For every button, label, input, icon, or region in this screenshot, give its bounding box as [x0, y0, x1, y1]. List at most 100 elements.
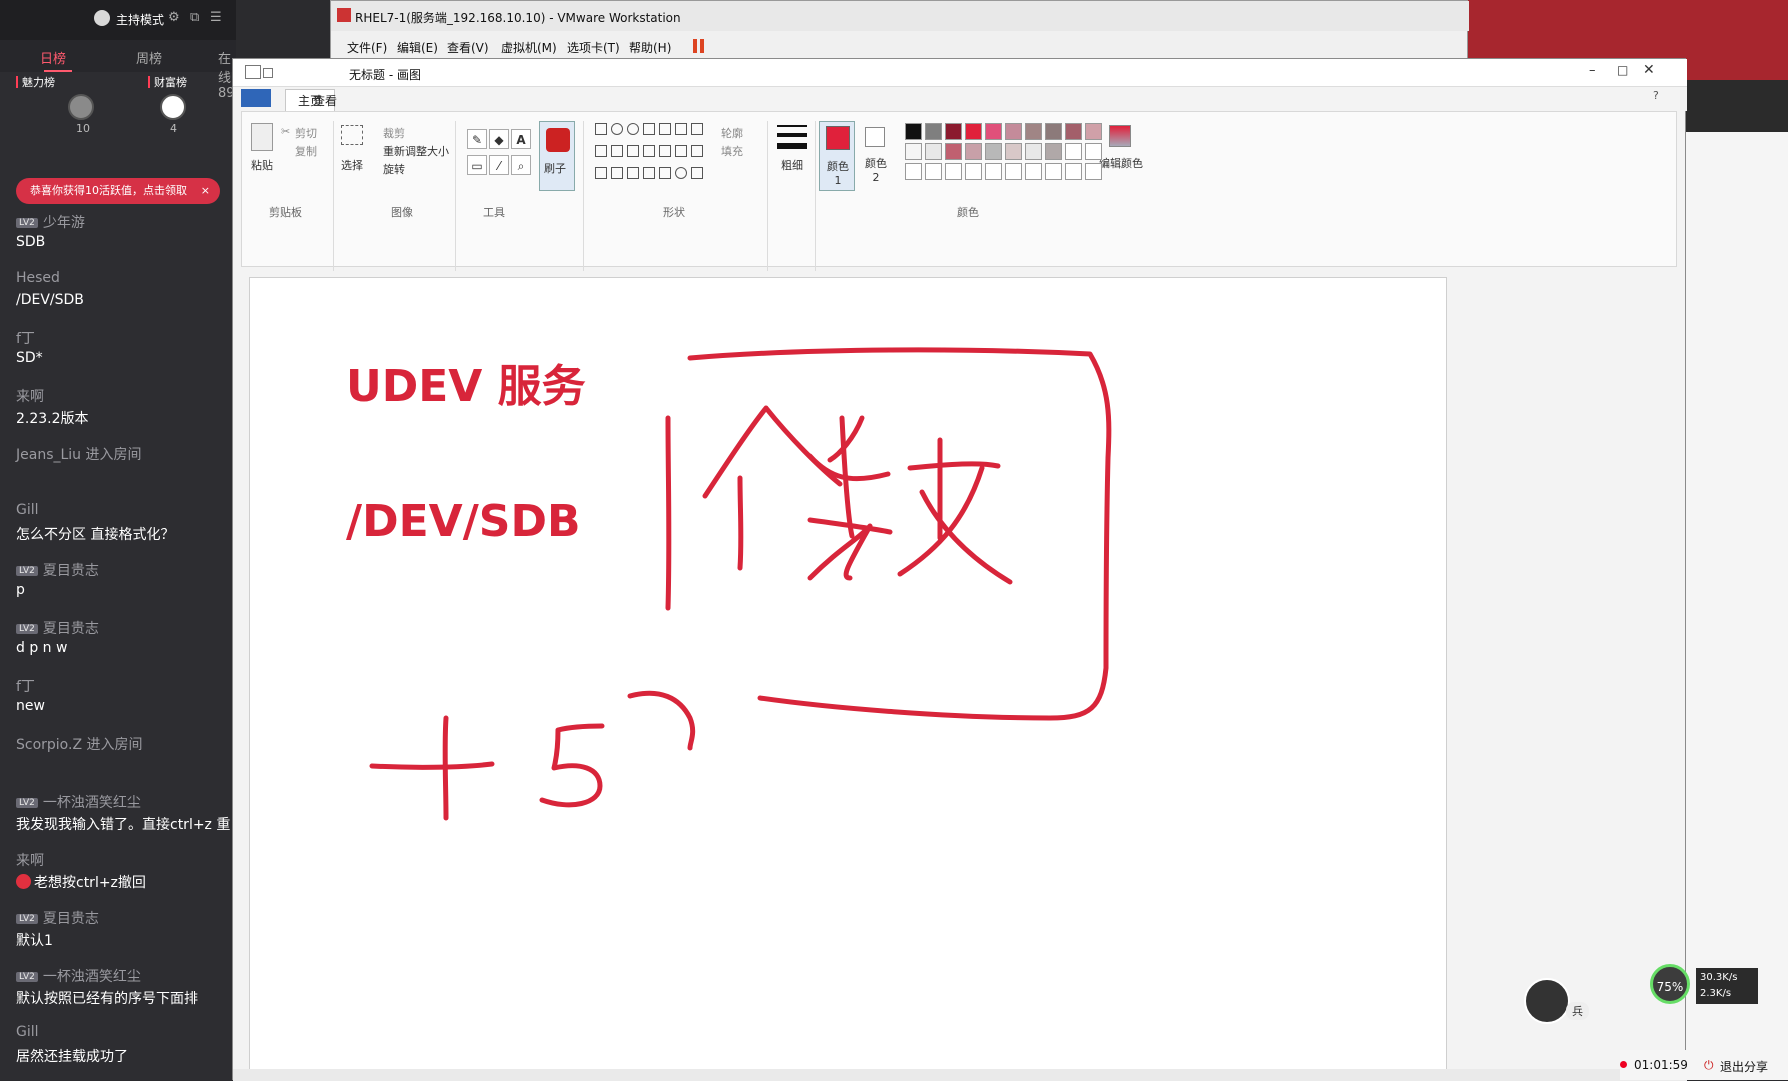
shape-line-icon[interactable] — [595, 123, 607, 135]
palette-swatch[interactable] — [905, 143, 922, 160]
palette-swatch[interactable] — [1005, 123, 1022, 140]
chat-username[interactable]: LV2 一杯浊酒笑红尘 — [16, 792, 141, 812]
palette-swatch[interactable] — [985, 123, 1002, 140]
shape-polygon-icon[interactable] — [675, 123, 687, 135]
shape-left-arrow-icon[interactable] — [675, 145, 687, 157]
palette-swatch[interactable] — [1085, 143, 1102, 160]
shape-rounded-rectangle-icon[interactable] — [659, 123, 671, 135]
save-icon[interactable] — [263, 68, 273, 78]
palette-swatch[interactable] — [965, 123, 982, 140]
shape-pentagon-icon[interactable] — [627, 145, 639, 157]
chat-username[interactable]: LV2 一杯浊酒笑红尘 — [16, 966, 141, 986]
shape-star-five-icon[interactable] — [627, 167, 639, 179]
shape-up-arrow-icon[interactable] — [691, 145, 703, 157]
palette-swatch[interactable] — [905, 123, 922, 140]
size-button[interactable]: 粗细 — [781, 157, 803, 173]
pause-icon[interactable] — [700, 39, 704, 53]
palette-swatch[interactable] — [1025, 123, 1042, 140]
chat-username[interactable]: LV2 夏目贵志 — [16, 618, 99, 638]
avatar[interactable] — [160, 94, 186, 120]
shape-rectangle-icon[interactable] — [643, 123, 655, 135]
menu-help[interactable]: 帮助(H) — [629, 39, 671, 56]
paste-icon[interactable] — [251, 123, 273, 151]
tab-weekly[interactable]: 周榜 — [136, 48, 162, 67]
chat-username[interactable]: LV2 夏目贵志 — [16, 908, 99, 928]
close-icon[interactable]: × — [201, 178, 210, 204]
palette-swatch[interactable] — [1025, 163, 1042, 180]
tab-view[interactable]: 查看 — [313, 92, 337, 109]
paste-button[interactable]: 粘贴 — [251, 157, 273, 173]
outline-button[interactable]: 轮廓 — [721, 125, 743, 141]
palette-swatch[interactable] — [1005, 163, 1022, 180]
text-tool-icon[interactable]: A — [511, 129, 531, 149]
palette-swatch[interactable] — [1005, 143, 1022, 160]
shape-callout-oval-icon[interactable] — [675, 167, 687, 179]
shape-down-arrow-icon[interactable] — [595, 167, 607, 179]
tab-daily[interactable]: 日榜 — [40, 48, 66, 67]
palette-swatch[interactable] — [965, 163, 982, 180]
palette-swatch[interactable] — [925, 143, 942, 160]
color1-button[interactable]: 颜色 1 — [819, 121, 855, 191]
brush-button[interactable]: 刷子 — [539, 121, 575, 191]
palette-swatch[interactable] — [945, 143, 962, 160]
help-icon[interactable]: ? — [1653, 89, 1659, 102]
palette-swatch[interactable] — [1045, 143, 1062, 160]
drawing-canvas[interactable]: UDEV 服务 /DEV/SDB — [249, 277, 1447, 1077]
scissors-icon[interactable]: ✂ — [281, 125, 290, 138]
settings-icon[interactable]: ⚙ — [168, 10, 180, 25]
charm-rank-label[interactable]: 魅力榜 — [22, 74, 55, 90]
palette-swatch[interactable] — [1085, 123, 1102, 140]
shape-diamond-icon[interactable] — [611, 145, 623, 157]
palette-swatch[interactable] — [925, 163, 942, 180]
chat-username[interactable]: LV2 夏目贵志 — [16, 560, 99, 580]
select-button[interactable]: 选择 — [341, 157, 363, 173]
menu-edit[interactable]: 编辑(E) — [397, 39, 438, 56]
shape-oval-icon[interactable] — [627, 123, 639, 135]
chat-username[interactable]: Gill — [16, 1024, 39, 1040]
close-icon[interactable]: ✕ — [1643, 62, 1655, 78]
edit-colors-icon[interactable] — [1109, 125, 1131, 147]
shape-star-four-icon[interactable] — [611, 167, 623, 179]
palette-swatch[interactable] — [1085, 163, 1102, 180]
fill-button[interactable]: 填充 — [721, 143, 743, 159]
minimize-icon[interactable]: – — [1589, 63, 1596, 78]
palette-swatch[interactable] — [985, 143, 1002, 160]
chat-username[interactable]: Hesed — [16, 270, 60, 286]
cut-button[interactable]: 剪切 — [295, 125, 317, 141]
color2-swatch[interactable] — [865, 127, 885, 147]
exit-share-icon[interactable]: ⏻ — [1704, 1058, 1714, 1073]
avatar[interactable] — [68, 94, 94, 120]
promo-banner[interactable]: 恭喜你获得10活跃值，点击领取 × — [16, 178, 220, 204]
palette-swatch[interactable] — [1065, 123, 1082, 140]
palette-swatch[interactable] — [1065, 143, 1082, 160]
palette-swatch[interactable] — [945, 163, 962, 180]
menu-vm[interactable]: 虚拟机(M) — [501, 39, 557, 56]
palette-swatch[interactable] — [1045, 123, 1062, 140]
chat-username[interactable]: 来啊 — [16, 386, 44, 406]
fill-bucket-icon[interactable]: ◆ — [489, 129, 509, 149]
pencil-icon[interactable]: ✎ — [467, 129, 487, 149]
palette-swatch[interactable] — [1065, 163, 1082, 180]
shape-curve-icon[interactable] — [611, 123, 623, 135]
edit-colors-button[interactable]: 编辑颜色 — [1099, 155, 1143, 171]
palette-swatch[interactable] — [1025, 143, 1042, 160]
chat-username[interactable]: Jeans_Liu 进入房间 — [16, 444, 142, 464]
crop-button[interactable]: 裁剪 — [383, 125, 405, 141]
pause-icon[interactable] — [693, 39, 697, 53]
chat-username[interactable]: f丁 — [16, 676, 35, 696]
palette-swatch[interactable] — [945, 123, 962, 140]
menu-file[interactable]: 文件(F) — [347, 39, 387, 56]
menu-view[interactable]: 查看(V) — [447, 39, 489, 56]
palette-swatch[interactable] — [965, 143, 982, 160]
chat-username[interactable]: f丁 — [16, 328, 35, 348]
palette-swatch[interactable] — [905, 163, 922, 180]
maximize-icon[interactable]: □ — [1617, 63, 1628, 77]
shape-callout-cloud-icon[interactable] — [691, 167, 703, 179]
chat-username[interactable]: Scorpio.Z 进入房间 — [16, 734, 143, 754]
viewer-avatar[interactable] — [1524, 978, 1570, 1024]
shape-hexagon-icon[interactable] — [643, 145, 655, 157]
palette-swatch[interactable] — [1045, 163, 1062, 180]
palette-swatch[interactable] — [925, 123, 942, 140]
shape-callout-rect-icon[interactable] — [659, 167, 671, 179]
shape-star-six-icon[interactable] — [643, 167, 655, 179]
